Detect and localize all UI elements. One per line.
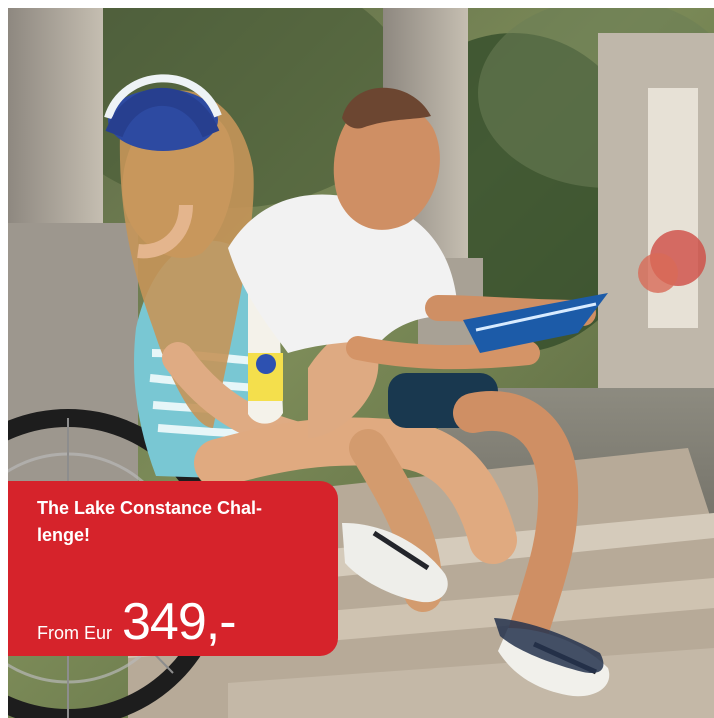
price-row: From Eur 349,- xyxy=(37,593,237,651)
price-prefix: From Eur xyxy=(37,623,113,643)
promo-card[interactable]: The Lake Constance Chal-lenge! From Eur … xyxy=(0,0,714,718)
promo-title: The Lake Constance Chal-lenge! xyxy=(37,498,263,545)
promo-banner[interactable]: The Lake Constance Chal-lenge! From Eur … xyxy=(8,481,338,656)
price-value: 349,- xyxy=(122,593,237,651)
